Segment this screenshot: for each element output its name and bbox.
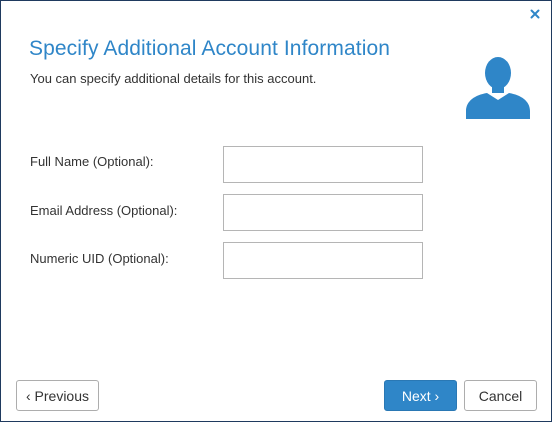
dialog-subtitle: You can specify additional details for t… xyxy=(30,71,317,86)
dialog-title: Specify Additional Account Information xyxy=(29,37,391,60)
full-name-input[interactable] xyxy=(223,146,423,183)
user-avatar-icon xyxy=(466,57,530,119)
numeric-uid-input[interactable] xyxy=(223,242,423,279)
cancel-button[interactable]: Cancel xyxy=(464,380,537,411)
email-address-label: Email Address (Optional): xyxy=(30,203,178,218)
close-button[interactable] xyxy=(528,7,542,21)
full-name-label: Full Name (Optional): xyxy=(30,154,154,169)
numeric-uid-label: Numeric UID (Optional): xyxy=(30,251,169,266)
email-address-input[interactable] xyxy=(223,194,423,231)
account-info-dialog: Specify Additional Account Information Y… xyxy=(0,0,552,422)
next-button[interactable]: Next › xyxy=(384,380,457,411)
close-icon xyxy=(530,9,540,19)
previous-button[interactable]: ‹ Previous xyxy=(16,380,99,411)
